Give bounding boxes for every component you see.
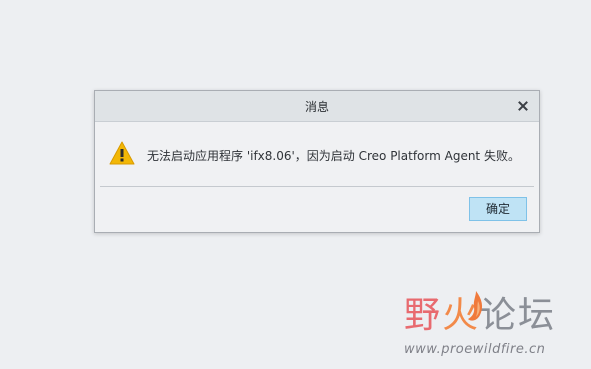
- desktop-background: 消息 无法启动应用程序 'ifx8.06'，因为启动 Creo Platform…: [0, 0, 591, 369]
- flame-logo-icon: [462, 289, 488, 329]
- watermark-char: 坛: [518, 295, 557, 336]
- warning-icon: [108, 140, 136, 166]
- dialog-body: 无法启动应用程序 'ifx8.06'，因为启动 Creo Platform Ag…: [95, 122, 539, 186]
- dialog-titlebar[interactable]: 消息: [95, 91, 539, 122]
- watermark-char: 野: [404, 295, 443, 336]
- ok-button[interactable]: 确定: [469, 197, 527, 221]
- message-dialog: 消息 无法启动应用程序 'ifx8.06'，因为启动 Creo Platform…: [94, 90, 540, 233]
- dialog-divider: [100, 186, 534, 187]
- forum-watermark: 野火论坛 www.proewildfire.cn: [404, 286, 579, 361]
- dialog-message: 无法启动应用程序 'ifx8.06'，因为启动 Creo Platform Ag…: [147, 149, 520, 163]
- watermark-url: www.proewildfire.cn: [404, 342, 546, 357]
- dialog-title: 消息: [304, 100, 329, 114]
- close-icon[interactable]: [516, 99, 530, 113]
